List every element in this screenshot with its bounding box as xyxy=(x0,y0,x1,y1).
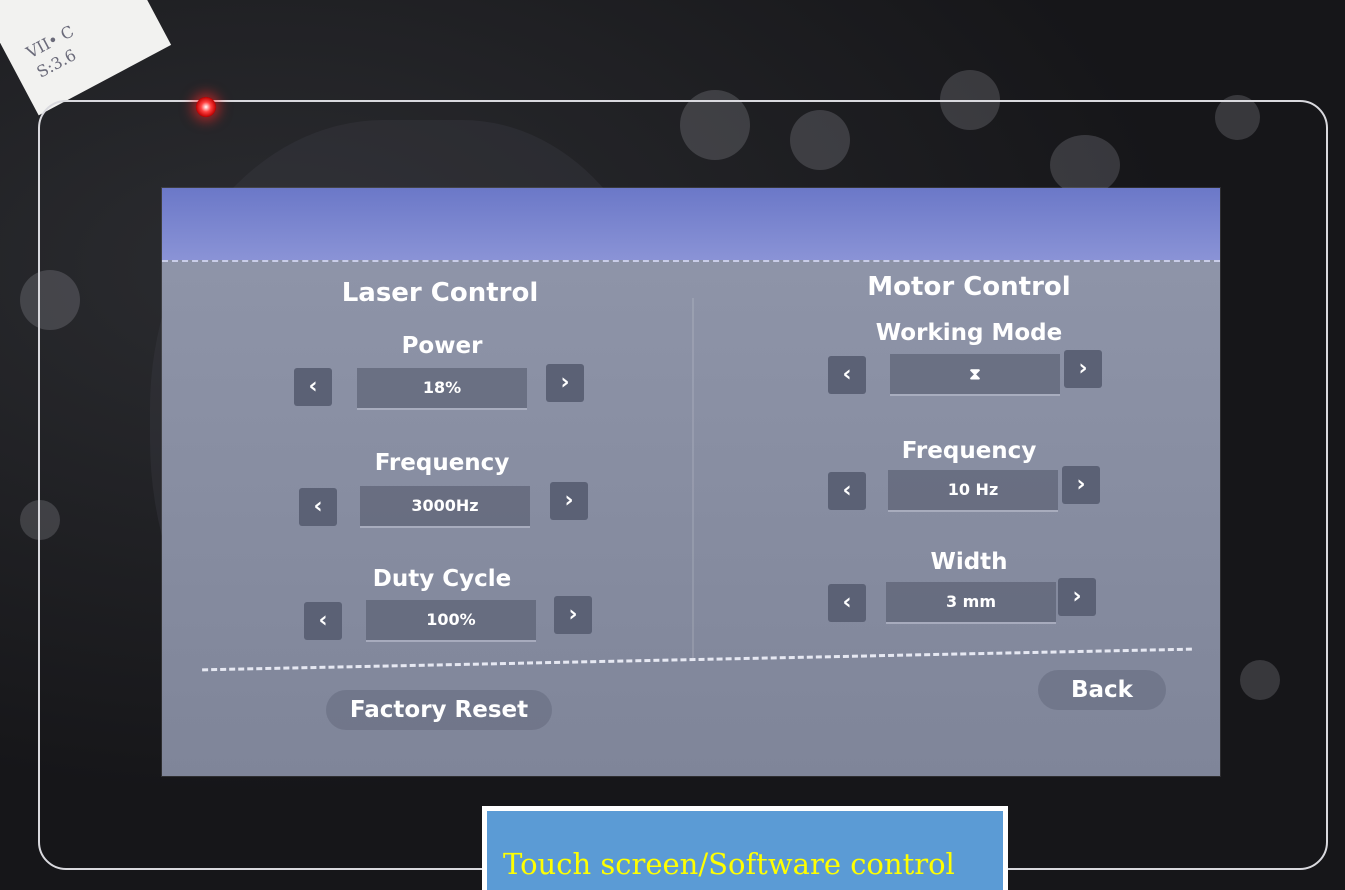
laser-control-title: Laser Control xyxy=(341,278,539,308)
laser-duty-cycle-label: Duty Cycle xyxy=(372,566,512,592)
motor-width-increase-button[interactable]: › xyxy=(1058,578,1096,616)
motor-working-mode-value: ⧗ xyxy=(890,354,1060,396)
column-divider xyxy=(692,298,694,658)
back-button[interactable]: Back xyxy=(1038,670,1166,710)
laser-power-increase-button[interactable]: › xyxy=(546,364,584,402)
caption-text: Touch screen/Software control xyxy=(503,847,955,881)
motor-working-mode-label: Working Mode xyxy=(875,320,1063,346)
laser-frequency-value: 3000Hz xyxy=(360,486,530,528)
motor-width-label: Width xyxy=(930,549,1008,575)
touch-screen: Laser Control Power ‹ 18% › Frequency ‹ … xyxy=(162,188,1220,776)
factory-reset-button[interactable]: Factory Reset xyxy=(326,690,552,730)
motor-width-value: 3 mm xyxy=(886,582,1056,624)
motor-frequency-decrease-button[interactable]: ‹ xyxy=(828,472,866,510)
motor-frequency-increase-button[interactable]: › xyxy=(1062,466,1100,504)
laser-frequency-increase-button[interactable]: › xyxy=(550,482,588,520)
photo-stage: VII• C S:3.6 Laser Control Power ‹ 18% ›… xyxy=(0,0,1345,890)
motor-frequency-value: 10 Hz xyxy=(888,470,1058,512)
laser-power-decrease-button[interactable]: ‹ xyxy=(294,368,332,406)
laser-duty-cycle-value: 100% xyxy=(366,600,536,642)
laser-duty-cycle-increase-button[interactable]: › xyxy=(554,596,592,634)
laser-frequency-label: Frequency xyxy=(374,450,510,476)
laser-frequency-decrease-button[interactable]: ‹ xyxy=(299,488,337,526)
motor-working-mode-increase-button[interactable]: › xyxy=(1064,350,1102,388)
laser-power-label: Power xyxy=(401,333,483,359)
motor-frequency-label: Frequency xyxy=(901,438,1037,464)
motor-control-title: Motor Control xyxy=(867,272,1071,302)
screen-header-bar xyxy=(162,188,1220,260)
motor-width-decrease-button[interactable]: ‹ xyxy=(828,584,866,622)
laser-duty-cycle-decrease-button[interactable]: ‹ xyxy=(304,602,342,640)
motor-working-mode-decrease-button[interactable]: ‹ xyxy=(828,356,866,394)
caption-box: Touch screen/Software control xyxy=(482,806,1008,890)
power-led-indicator xyxy=(196,97,216,117)
laser-power-value: 18% xyxy=(357,368,527,410)
